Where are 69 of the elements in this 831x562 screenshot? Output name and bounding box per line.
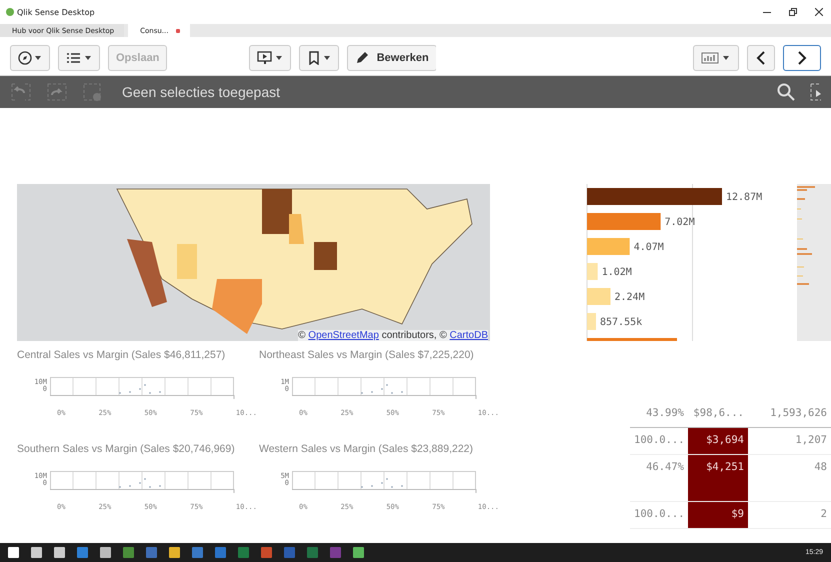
taskbar-app-icon[interactable] <box>238 547 249 558</box>
bar-value-label: 1.02M <box>602 267 632 278</box>
taskbar-app-icon[interactable] <box>146 547 157 558</box>
cartodb-link[interactable]: CartoDB <box>450 330 488 341</box>
table-cell: $3,694 <box>688 428 748 454</box>
table-cell: $4,251 <box>688 455 748 501</box>
bar <box>587 238 630 255</box>
taskbar-app-icon[interactable] <box>330 547 341 558</box>
bar-value-label: 12.87M <box>726 192 762 203</box>
edit-button[interactable]: Bewerken <box>346 45 437 71</box>
taskbar-app-icon[interactable] <box>284 547 295 558</box>
step-forward-icon[interactable] <box>46 82 68 102</box>
presentation-icon <box>256 51 283 65</box>
taskbar-app-icon[interactable] <box>100 547 111 558</box>
clear-selections-icon[interactable] <box>82 82 104 102</box>
table-cell-text: 46.47% <box>645 460 685 475</box>
window-title: Qlik Sense Desktop <box>17 8 95 16</box>
taskbar-app-icon[interactable] <box>261 547 272 558</box>
restore-icon[interactable] <box>789 8 797 16</box>
selection-tool-icon[interactable] <box>809 82 821 102</box>
bookmark-icon <box>306 51 331 65</box>
total-cell-text: 43.99% <box>645 406 685 421</box>
presentation-button[interactable] <box>248 45 291 71</box>
search-icon[interactable] <box>777 83 795 101</box>
step-back-icon[interactable] <box>10 82 32 102</box>
chart-title: Central Sales vs Margin (Sales $46,811,257) <box>17 349 226 361</box>
taskbar-app-icon[interactable] <box>169 547 180 558</box>
bar <box>587 288 610 305</box>
taskbar-app-icon[interactable] <box>77 547 88 558</box>
list-icon <box>66 51 92 65</box>
chevron-left-icon <box>755 51 768 65</box>
table-cell-text: 48 <box>813 460 828 475</box>
taskbar-app-icon[interactable] <box>8 547 19 558</box>
table-cell-text: 2 <box>820 507 828 522</box>
navigation-menu-button[interactable] <box>10 45 50 71</box>
next-button[interactable] <box>783 45 822 71</box>
bar <box>587 263 598 280</box>
bar-value-label: 2.24M <box>614 292 645 303</box>
taskbar-app-icon[interactable] <box>353 547 364 558</box>
taskbar-app-icon[interactable] <box>215 547 226 558</box>
taskbar-app-icon[interactable] <box>123 547 134 558</box>
chart-title: Southern Sales vs Margin (Sales $20,746,969) <box>17 443 236 455</box>
bar <box>587 313 596 330</box>
taskbar-app-icon[interactable] <box>192 547 203 558</box>
table-cell-text: 100.0... <box>633 433 686 448</box>
taskbar-app-icon[interactable] <box>31 547 42 558</box>
chart-icon <box>701 51 732 65</box>
bar-value-label: 7.02M <box>664 217 695 228</box>
bar-value-label: 857.55k <box>600 317 642 328</box>
table-cell-text: 1,207 <box>794 433 828 448</box>
close-icon[interactable] <box>815 8 823 16</box>
map-attribution: © OpenStreetMap contributors, © CartoDB <box>298 330 488 341</box>
list-menu-button[interactable] <box>58 45 100 71</box>
openstreetmap-link[interactable]: OpenStreetMap <box>308 330 379 341</box>
table-cell-text: 100.0... <box>633 507 686 522</box>
selections-status: Geen selecties toegepast <box>122 84 280 100</box>
chart-menu-button[interactable] <box>693 45 740 71</box>
app-logo-icon <box>6 8 14 16</box>
total-cell-text: 1,593,626 <box>769 406 828 421</box>
chart-title: Northeast Sales vs Margin (Sales $7,225,220) <box>259 349 475 361</box>
total-cell-text: $98,6... <box>692 406 745 421</box>
chart-title: Western Sales vs Margin (Sales $23,889,222) <box>259 443 474 455</box>
bookmark-button[interactable] <box>298 45 339 71</box>
taskbar-app-icon[interactable] <box>307 547 318 558</box>
previous-button[interactable] <box>747 45 776 71</box>
bar-value-label: 4.07M <box>634 242 664 253</box>
table-cell: $9 <box>688 502 748 528</box>
compass-icon <box>18 51 42 65</box>
taskbar-app-icon[interactable] <box>54 547 65 558</box>
